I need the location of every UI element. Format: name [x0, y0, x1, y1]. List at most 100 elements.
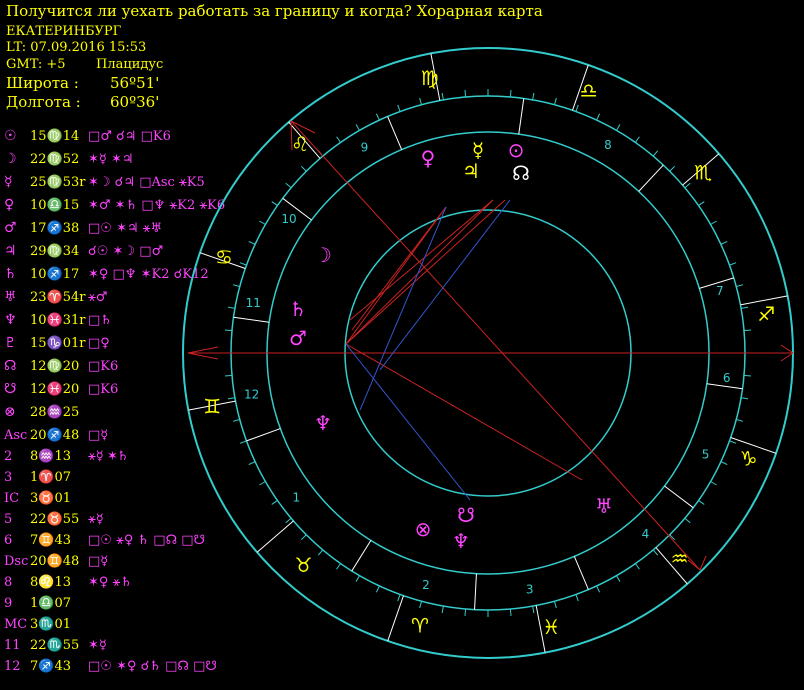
degree-tick [336, 136, 342, 143]
planet-glyph: ☽ [314, 243, 332, 267]
house-cusp-line [664, 485, 694, 509]
house-number: 9 [361, 140, 369, 154]
degree-tick [259, 481, 266, 486]
degree-tick [227, 306, 235, 309]
degree-tick [710, 220, 717, 225]
house-cusp-line [351, 540, 372, 572]
degree-tick [509, 608, 512, 617]
zodiac-sign-glyph: ♐ [757, 302, 775, 326]
degree-tick [669, 165, 676, 172]
planet-glyph: ☋ [457, 503, 475, 527]
house-number: 4 [642, 527, 650, 541]
aspect-line [345, 343, 471, 501]
house-cusp-line [474, 573, 477, 610]
horary-wheel: ♍♌♋♊♉♈ ♓♒♑♐♏♎876543211211109 ♀ ☿ ⊙♃ ☊☽♄♂♆⊗☋♆♅ [182, 47, 794, 659]
house-cusp-line [573, 556, 589, 590]
degree-tick [736, 419, 744, 422]
degree-tick [375, 113, 380, 121]
degree-tick [441, 92, 444, 100]
degree-tick [271, 499, 278, 505]
degree-tick [464, 608, 467, 617]
house-number: 11 [246, 296, 261, 310]
degree-tick [227, 397, 235, 400]
aspect-line [345, 343, 583, 481]
degree-tick [634, 136, 640, 143]
degree-tick [464, 89, 467, 98]
degree-tick [419, 601, 422, 609]
degree-tick [285, 517, 292, 524]
degree-tick [285, 182, 292, 189]
planet-glyph: ♂ [289, 326, 307, 350]
degree-tick [596, 585, 601, 593]
house-cusp-line [233, 316, 270, 323]
planet-glyph: ♃ [462, 159, 480, 183]
degree-tick [736, 284, 744, 287]
degree-tick [575, 594, 579, 602]
degree-tick [441, 606, 444, 614]
degree-tick [355, 124, 360, 131]
degree-tick [232, 419, 240, 422]
planet-glyph: ♀ [421, 146, 436, 170]
planet-glyph: ♄ [289, 297, 307, 321]
degree-tick [684, 517, 691, 524]
zodiac-sign-glyph: ♈ [411, 614, 429, 638]
degree-tick [532, 606, 535, 614]
house-number: 5 [702, 447, 710, 461]
house-number: 2 [422, 578, 430, 592]
planet-glyph: ⊙ [508, 138, 525, 162]
zodiac-sign-glyph: ♌ [291, 132, 309, 156]
degree-tick [259, 220, 266, 225]
degree-tick [652, 549, 659, 556]
degree-tick [317, 549, 324, 556]
degree-tick [634, 563, 640, 570]
aspect-line [351, 206, 447, 331]
house-number: 8 [604, 138, 612, 152]
degree-tick [419, 97, 422, 105]
degree-tick [300, 165, 307, 172]
degree-tick [248, 461, 256, 466]
degree-tick [532, 92, 535, 100]
degree-tick [720, 240, 728, 245]
aspect-line [345, 206, 447, 345]
degree-tick [698, 201, 705, 207]
house-cusp-line [638, 164, 664, 192]
degree-tick [239, 440, 247, 444]
aspect-line [379, 199, 511, 371]
degree-tick [248, 240, 256, 245]
degree-tick [575, 104, 579, 112]
degree-tick [509, 89, 512, 98]
zodiac-sign-glyph: ♍ [421, 66, 439, 90]
degree-tick [652, 150, 659, 157]
mc-ic-axis [290, 120, 701, 571]
degree-tick [741, 397, 749, 400]
degree-tick [616, 575, 621, 582]
degree-tick [743, 374, 752, 377]
zodiac-sign-glyph: ♉ [295, 553, 313, 577]
degree-tick [710, 481, 717, 486]
degree-tick [616, 124, 621, 131]
degree-tick [239, 262, 247, 266]
degree-tick [336, 563, 342, 570]
aspect-line [345, 199, 494, 345]
degree-tick [224, 374, 233, 377]
degree-tick [743, 329, 752, 332]
planet-glyph: ♆ [314, 411, 332, 435]
degree-tick [729, 262, 737, 266]
degree-tick [698, 499, 705, 505]
zodiac-sign-glyph: ♑ [740, 446, 758, 470]
degree-tick [355, 575, 360, 582]
zodiac-sign-glyph: ♏ [694, 160, 712, 184]
degree-tick [741, 306, 749, 309]
sign-boundary [256, 520, 294, 553]
degree-tick [271, 201, 278, 207]
degree-tick [684, 182, 691, 189]
house-number: 10 [281, 212, 296, 226]
planet-glyph: ☊ [512, 161, 530, 185]
zodiac-sign-glyph: ♒ [671, 547, 689, 571]
zodiac-sign-glyph: ♋ [215, 245, 233, 269]
zodiac-sign-glyph: ♓ [542, 615, 560, 639]
zodiac-sign-glyph: ♎ [580, 79, 598, 103]
house-number: 3 [526, 582, 534, 596]
planet-glyph: ⊗ [415, 517, 432, 541]
degree-tick [554, 601, 557, 609]
